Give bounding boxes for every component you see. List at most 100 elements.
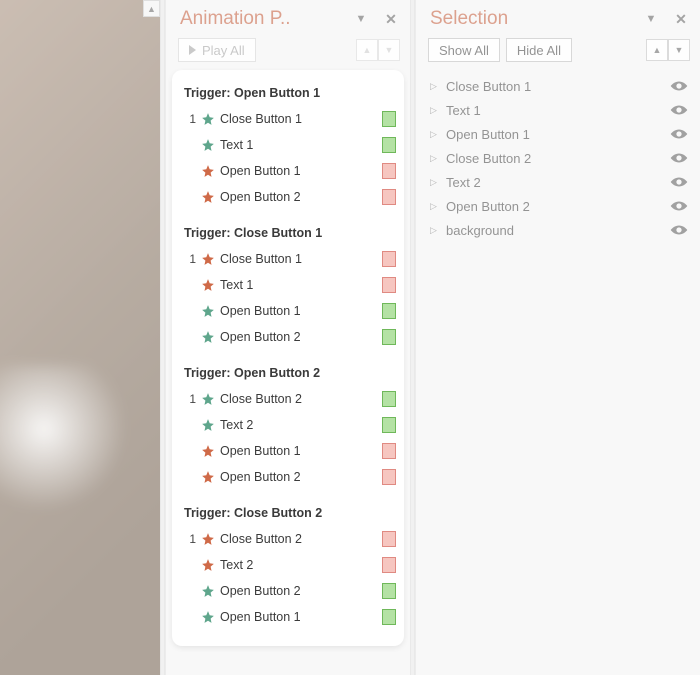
star-icon bbox=[200, 277, 216, 293]
play-all-label: Play All bbox=[202, 43, 245, 58]
star-icon bbox=[200, 469, 216, 485]
animation-label: Open Button 2 bbox=[220, 470, 378, 484]
star-icon bbox=[200, 251, 216, 267]
visibility-toggle[interactable] bbox=[668, 177, 690, 187]
visibility-toggle[interactable] bbox=[668, 105, 690, 115]
expand-icon[interactable]: ▷ bbox=[430, 105, 440, 116]
star-icon bbox=[200, 111, 216, 127]
visibility-toggle[interactable] bbox=[668, 225, 690, 235]
expand-icon[interactable]: ▷ bbox=[430, 153, 440, 164]
animation-order: 1 bbox=[182, 112, 196, 126]
star-icon bbox=[200, 391, 216, 407]
animation-label: Open Button 2 bbox=[220, 584, 378, 598]
selection-item[interactable]: ▷Open Button 2 bbox=[430, 194, 690, 218]
hide-all-label: Hide All bbox=[517, 43, 561, 58]
selection-item[interactable]: ▷ Close Button 2 bbox=[430, 146, 690, 170]
animation-item[interactable]: Text 2 bbox=[178, 552, 398, 578]
move-up-button[interactable]: ▲ bbox=[356, 39, 378, 61]
animation-label: Close Button 2 bbox=[220, 392, 378, 406]
timing-swatch bbox=[382, 111, 396, 127]
visibility-toggle[interactable] bbox=[668, 201, 690, 211]
expand-icon[interactable]: ▷ bbox=[430, 129, 440, 140]
timing-swatch bbox=[382, 557, 396, 573]
star-icon bbox=[200, 557, 216, 573]
selection-item[interactable]: ▷background bbox=[430, 218, 690, 242]
timing-swatch bbox=[382, 391, 396, 407]
animation-label: Close Button 2 bbox=[220, 532, 378, 546]
trigger-title: Trigger: Open Button 1 bbox=[178, 84, 398, 106]
animation-label: Open Button 1 bbox=[220, 304, 378, 318]
animation-item[interactable]: 1 Close Button 2 bbox=[178, 386, 398, 412]
animation-pane-title: Animation P.. bbox=[180, 8, 348, 30]
trigger-block: Trigger: Close Button 1 1 Close Button 1 Te… bbox=[178, 224, 398, 350]
animation-item[interactable]: Open Button 2 bbox=[178, 464, 398, 490]
animation-label: Text 2 bbox=[220, 418, 378, 432]
animation-item[interactable]: Open Button 1 bbox=[178, 438, 398, 464]
animation-label: Text 1 bbox=[220, 138, 378, 152]
visibility-toggle[interactable] bbox=[668, 153, 690, 163]
selection-pane-menu[interactable]: ▼ bbox=[642, 10, 660, 28]
animation-order: 1 bbox=[182, 252, 196, 266]
animation-item[interactable]: Text 2 bbox=[178, 412, 398, 438]
selection-item-name: Text 2 bbox=[446, 175, 662, 190]
move-down-button[interactable]: ▼ bbox=[378, 39, 400, 61]
expand-icon[interactable]: ▷ bbox=[430, 225, 440, 236]
expand-icon[interactable]: ▷ bbox=[430, 177, 440, 188]
selection-item-name: Open Button 1 bbox=[446, 127, 662, 142]
animation-order: 1 bbox=[182, 392, 196, 406]
timing-swatch bbox=[382, 469, 396, 485]
animation-item[interactable]: Open Button 1 bbox=[178, 158, 398, 184]
animation-item[interactable]: Open Button 2 bbox=[178, 324, 398, 350]
expand-icon[interactable]: ▷ bbox=[430, 81, 440, 92]
animation-item[interactable]: Text 1 bbox=[178, 132, 398, 158]
timing-swatch bbox=[382, 303, 396, 319]
animation-label: Close Button 1 bbox=[220, 252, 378, 266]
slide-canvas[interactable]: ▲ bbox=[0, 0, 160, 675]
selection-item[interactable]: ▷ Close Button 1 bbox=[430, 74, 690, 98]
play-icon bbox=[189, 45, 196, 55]
selection-item[interactable]: ▷ Text 2 bbox=[430, 170, 690, 194]
trigger-block: Trigger: Open Button 1 1 Close Button 1 Tex… bbox=[178, 84, 398, 210]
star-icon bbox=[200, 137, 216, 153]
play-all-button[interactable]: Play All bbox=[178, 38, 256, 62]
slide-object bbox=[0, 365, 140, 525]
animation-item[interactable]: Open Button 1 bbox=[178, 298, 398, 324]
expand-icon[interactable]: ▷ bbox=[430, 201, 440, 212]
selection-item[interactable]: ▷ Text 1 bbox=[430, 98, 690, 122]
animation-item[interactable]: Open Button 1 bbox=[178, 604, 398, 630]
star-icon bbox=[200, 329, 216, 345]
show-all-button[interactable]: Show All bbox=[428, 38, 500, 62]
trigger-title: Trigger: Open Button 2 bbox=[178, 364, 398, 386]
selection-pane-close[interactable]: ✕ bbox=[672, 10, 690, 28]
trigger-title: Trigger: Close Button 1 bbox=[178, 224, 398, 246]
selection-item-name: Text 1 bbox=[446, 103, 662, 118]
trigger-title: Trigger: Close Button 2 bbox=[178, 504, 398, 526]
animation-label: Text 1 bbox=[220, 278, 378, 292]
animation-item[interactable]: 1 Close Button 1 bbox=[178, 246, 398, 272]
animation-label: Open Button 1 bbox=[220, 444, 378, 458]
animation-pane-menu[interactable]: ▼ bbox=[352, 10, 370, 28]
show-all-label: Show All bbox=[439, 43, 489, 58]
animation-item[interactable]: 1 Close Button 1 bbox=[178, 106, 398, 132]
selection-item-name: Close Button 2 bbox=[446, 151, 662, 166]
send-backward-button[interactable]: ▼ bbox=[668, 39, 690, 61]
visibility-toggle[interactable] bbox=[668, 129, 690, 139]
selection-item-name: Close Button 1 bbox=[446, 79, 662, 94]
animation-pane-close[interactable]: ✕ bbox=[382, 10, 400, 28]
timing-swatch bbox=[382, 137, 396, 153]
animation-label: Close Button 1 bbox=[220, 112, 378, 126]
animation-item[interactable]: Text 1 bbox=[178, 272, 398, 298]
animation-item[interactable]: 1Close Button 2 bbox=[178, 526, 398, 552]
visibility-toggle[interactable] bbox=[668, 81, 690, 91]
timing-swatch bbox=[382, 189, 396, 205]
hide-all-button[interactable]: Hide All bbox=[506, 38, 572, 62]
bring-forward-button[interactable]: ▲ bbox=[646, 39, 668, 61]
animation-item[interactable]: Open Button 2 bbox=[178, 184, 398, 210]
timing-swatch bbox=[382, 277, 396, 293]
animation-item[interactable]: Open Button 2 bbox=[178, 578, 398, 604]
animation-list: Trigger: Open Button 1 1 Close Button 1 Tex… bbox=[172, 70, 404, 646]
selection-pane: Selection ▼ ✕ Show All Hide All ▲ ▼ ▷Clo… bbox=[415, 0, 700, 675]
scroll-up-button[interactable]: ▲ bbox=[143, 0, 160, 17]
selection-item[interactable]: ▷ Open Button 1 bbox=[430, 122, 690, 146]
trigger-block: Trigger: Close Button 21Close Button 2Te… bbox=[178, 504, 398, 630]
